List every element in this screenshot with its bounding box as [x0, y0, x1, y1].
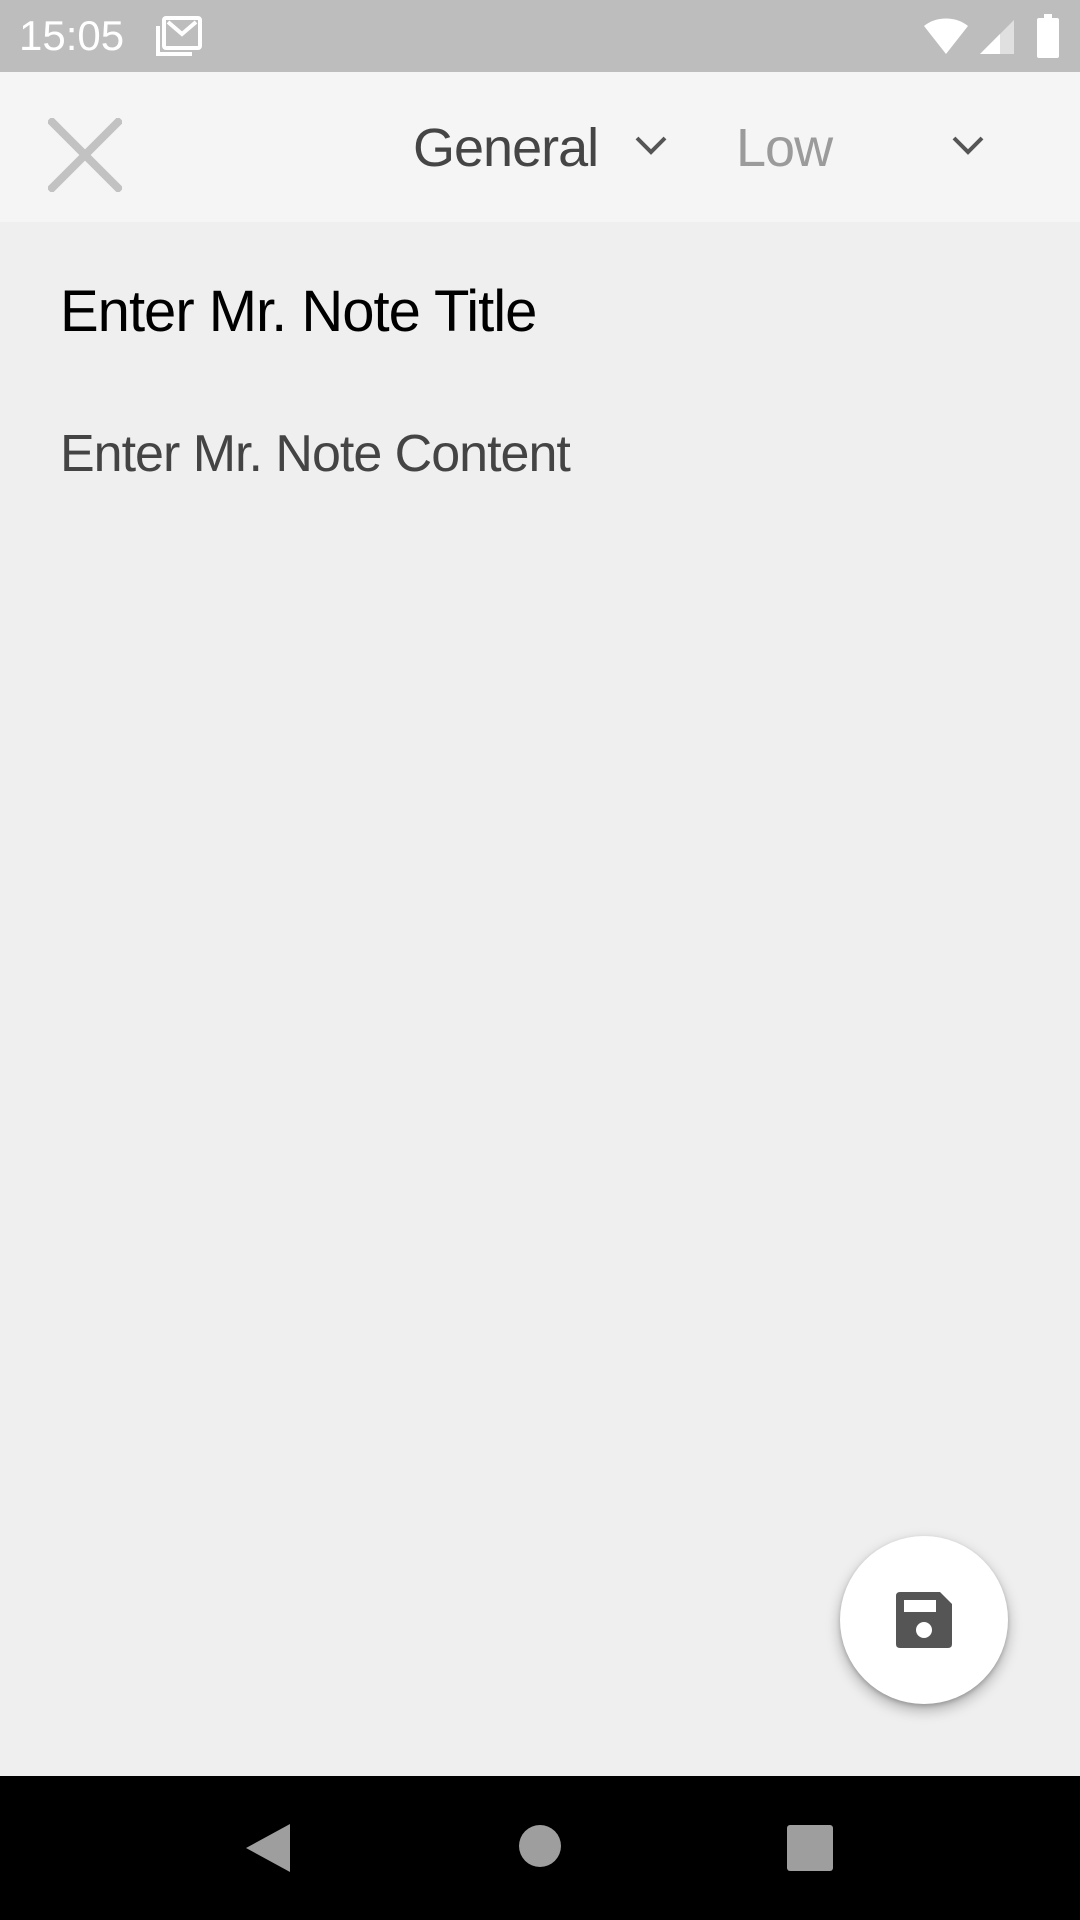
- recents-icon[interactable]: [786, 1824, 834, 1872]
- priority-selected-label: Low: [736, 118, 833, 178]
- status-bar: 15:05: [0, 0, 1080, 72]
- close-icon: [48, 118, 122, 192]
- priority-dropdown[interactable]: Low: [724, 110, 998, 186]
- save-icon: [896, 1592, 952, 1648]
- status-time: 15:05: [19, 12, 125, 59]
- chevron-down-icon: [635, 136, 667, 155]
- category-selected-label: General: [413, 118, 599, 178]
- note-editor-screen: 15:05 General Low Enter Mr. Note Title E…: [0, 0, 1080, 1920]
- battery-icon: [1037, 14, 1059, 58]
- toolbar: General Low: [0, 72, 1080, 222]
- close-button[interactable]: [38, 108, 132, 202]
- note-title-input[interactable]: [60, 276, 1020, 348]
- save-button[interactable]: [840, 1536, 1008, 1704]
- home-icon[interactable]: [518, 1824, 562, 1868]
- back-icon[interactable]: [240, 1820, 296, 1876]
- signal-icon: [980, 20, 1014, 54]
- category-dropdown[interactable]: General: [405, 110, 685, 186]
- mail-icon: [156, 16, 202, 56]
- chevron-down-icon: [952, 136, 984, 155]
- wifi-icon: [924, 18, 968, 54]
- note-content-input[interactable]: [60, 422, 1020, 1322]
- navigation-bar: [0, 1776, 1080, 1920]
